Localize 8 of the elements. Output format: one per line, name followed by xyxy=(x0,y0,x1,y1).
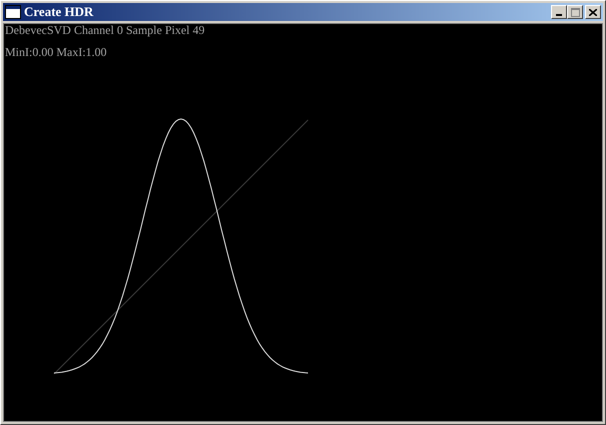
info-text: MinI:0.00 MaxI:1.00 xyxy=(5,46,108,59)
window-icon xyxy=(5,5,21,19)
window-title: Create HDR xyxy=(24,4,94,20)
minimize-button[interactable] xyxy=(551,5,567,19)
close-icon xyxy=(589,8,597,16)
maximize-icon xyxy=(570,8,580,16)
info-text: DebevecSVD Channel 0 Sample Pixel 49 xyxy=(5,24,205,37)
close-button[interactable] xyxy=(585,5,601,19)
